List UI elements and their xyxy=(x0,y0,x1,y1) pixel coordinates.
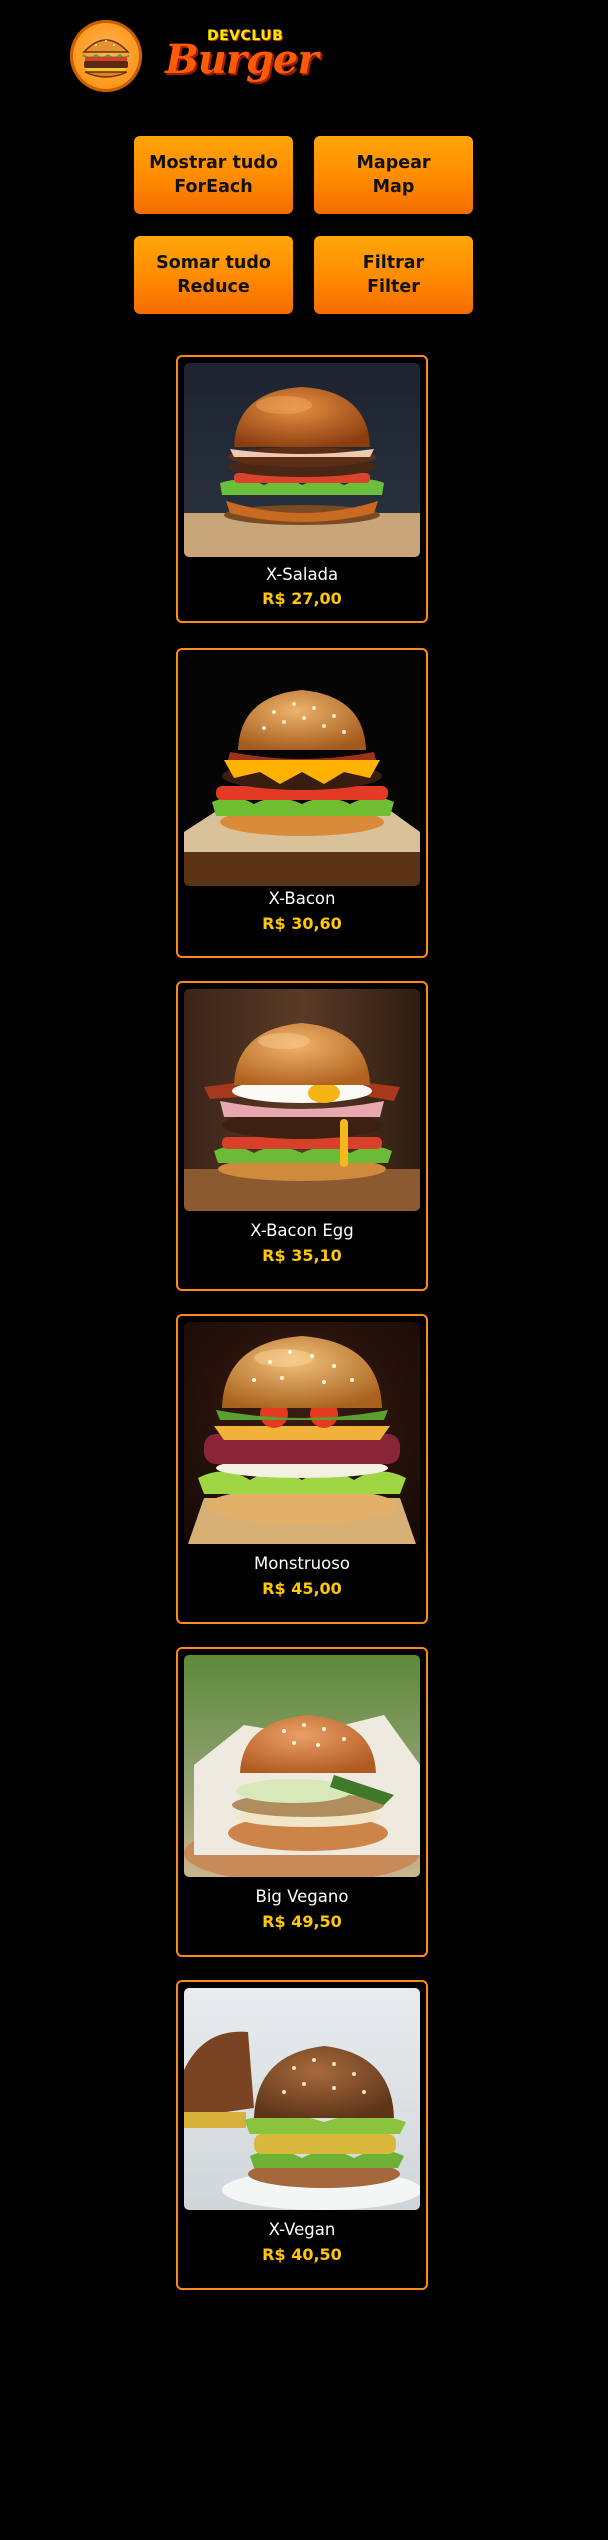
product-price: R$ 45,00 xyxy=(262,1579,342,1598)
product-image xyxy=(184,1655,420,1877)
button-label: Filtrar xyxy=(362,253,425,273)
product-name: Monstruoso xyxy=(254,1554,350,1573)
sum-all-reduce-button[interactable]: Somar tudo Reduce xyxy=(134,236,293,314)
product-name: Big Vegano xyxy=(255,1887,349,1906)
button-label: Somar tudo xyxy=(156,253,271,273)
product-name: X-Salada xyxy=(265,565,339,584)
product-price: R$ 35,10 xyxy=(262,1246,342,1265)
product-name: X-Bacon Egg xyxy=(250,1221,354,1240)
button-label: Mostrar tudo xyxy=(149,153,278,173)
product-image xyxy=(184,1322,420,1544)
button-sublabel: ForEach xyxy=(174,177,253,197)
product-image xyxy=(184,1988,420,2210)
button-sublabel: Reduce xyxy=(177,277,250,297)
product-image xyxy=(184,656,420,886)
product-image xyxy=(184,989,420,1211)
product-price: R$ 30,60 xyxy=(262,914,342,933)
brand-logo: DEVCLUB Burger xyxy=(165,22,335,92)
show-all-foreach-button[interactable]: Mostrar tudo ForEach xyxy=(134,136,293,214)
map-button[interactable]: Mapear Map xyxy=(314,136,473,214)
product-name: X-Bacon xyxy=(268,889,336,908)
product-card: X-Bacon Egg R$ 35,10 xyxy=(176,981,428,1291)
product-price: R$ 27,00 xyxy=(262,589,342,608)
logo xyxy=(70,20,142,92)
button-sublabel: Filter xyxy=(367,277,420,297)
product-card: X-Salada R$ 27,00 xyxy=(176,355,428,623)
burger-icon xyxy=(82,39,130,78)
product-card: X-Vegan R$ 40,50 xyxy=(176,1980,428,2290)
button-label: Mapear xyxy=(356,153,431,173)
product-price: R$ 40,50 xyxy=(262,2245,342,2264)
product-card: Big Vegano R$ 49,50 xyxy=(176,1647,428,1957)
header: DEVCLUB Burger xyxy=(68,18,328,98)
product-name: X-Vegan xyxy=(268,2220,336,2239)
product-image xyxy=(184,363,420,557)
product-card: Monstruoso R$ 45,00 xyxy=(176,1314,428,1624)
product-card: X-Bacon R$ 30,60 xyxy=(176,648,428,958)
product-price: R$ 49,50 xyxy=(262,1912,342,1931)
button-sublabel: Map xyxy=(372,177,415,197)
filter-button[interactable]: Filtrar Filter xyxy=(314,236,473,314)
brand-main-text: Burger xyxy=(165,36,318,83)
